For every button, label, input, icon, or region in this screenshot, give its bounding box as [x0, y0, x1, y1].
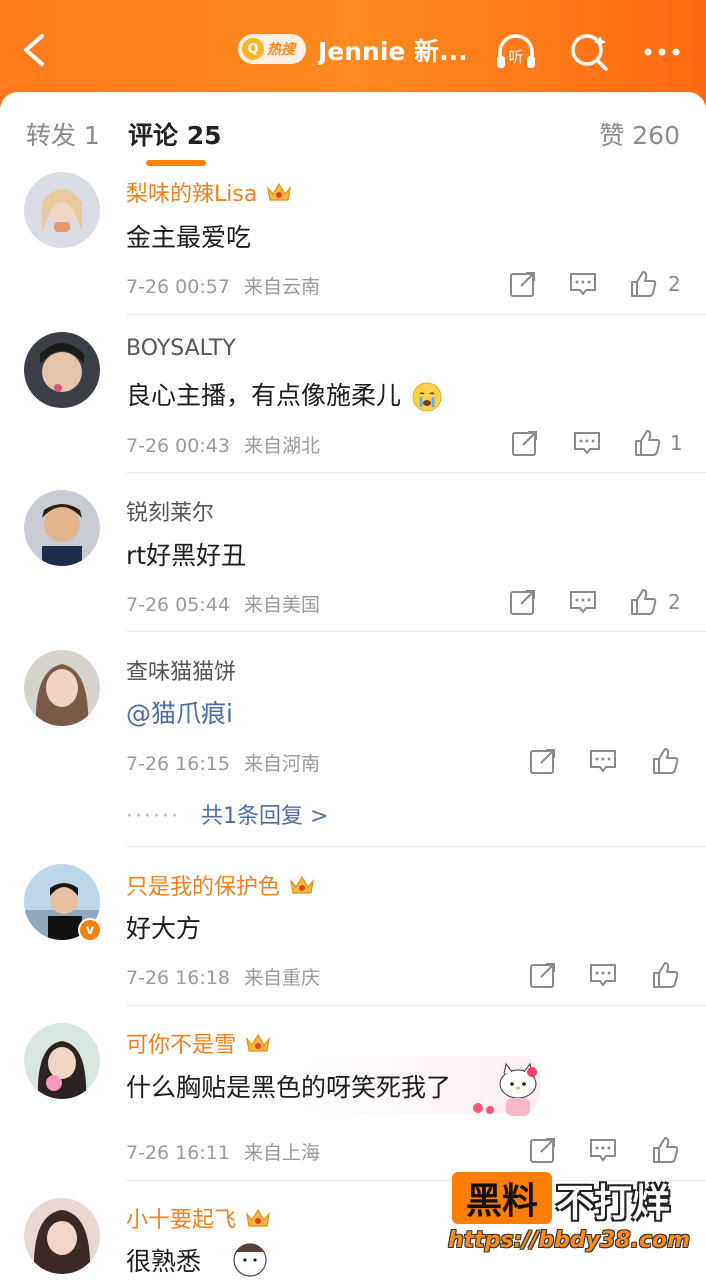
like-count: 2: [668, 272, 681, 296]
comment-time: 7-26 16:15: [126, 753, 230, 775]
comment-meta: 7-26 16:11 来自上海: [126, 1138, 320, 1165]
comment-time: 7-26 16:18: [126, 967, 230, 989]
share-icon[interactable]: [528, 1135, 558, 1165]
listen-icon[interactable]: 听: [492, 28, 540, 76]
share-icon[interactable]: [508, 587, 538, 617]
comment-meta: 7-26 00:43 来自湖北: [126, 431, 320, 458]
avatar[interactable]: [24, 1023, 100, 1099]
like-count: 2: [668, 590, 681, 614]
avatar[interactable]: [24, 172, 100, 248]
mention-link[interactable]: @猫爪痕i: [126, 694, 233, 730]
share-icon[interactable]: [528, 746, 558, 776]
comment-time: 7-26 05:44: [126, 594, 230, 616]
like-icon[interactable]: [650, 746, 680, 776]
comment-meta: 7-26 05:44 来自美国: [126, 590, 320, 617]
more-icon[interactable]: [638, 28, 686, 76]
comment-location: 来自湖北: [243, 435, 320, 457]
like-icon[interactable]: [650, 1135, 680, 1165]
comment-text: 金主最爱吃: [126, 223, 252, 252]
listen-label: 听: [508, 48, 523, 66]
comment-time: 7-26 00:43: [126, 435, 230, 457]
divider: [126, 472, 706, 473]
search-icon[interactable]: [566, 28, 614, 76]
comment-location: 来自上海: [243, 1142, 320, 1164]
watermark-url: https://bbdy38.com: [448, 1228, 691, 1253]
comment-meta: 7-26 00:57 来自云南: [126, 272, 320, 299]
reply-dots: ······: [126, 804, 180, 829]
avatar[interactable]: [24, 1198, 100, 1274]
like-icon[interactable]: [628, 587, 658, 617]
comment-meta: 7-26 16:18 来自重庆: [126, 963, 320, 990]
avatar[interactable]: [24, 332, 100, 408]
comment-username[interactable]: 可你不是雪: [126, 1027, 272, 1059]
vip-crown-icon: [246, 1033, 270, 1052]
hot-search-label: 热搜: [267, 42, 295, 58]
comment-icon[interactable]: [588, 746, 618, 776]
vip-crown-icon: [246, 1208, 270, 1227]
comment-username[interactable]: 梨味的辣Lisa: [126, 176, 293, 208]
like-count: 1: [670, 431, 683, 455]
comment-icon[interactable]: [568, 587, 598, 617]
cartoon-sticker-icon: [233, 1243, 267, 1277]
comment-text-body: 良心主播，有点像施柔儿: [126, 381, 402, 410]
like-icon[interactable]: [628, 269, 658, 299]
comment-location: 来自重庆: [243, 967, 320, 989]
comment-time: 7-26 16:11: [126, 1142, 230, 1164]
comment-location: 来自河南: [243, 753, 320, 775]
comment-icon[interactable]: [572, 428, 602, 458]
username-text: 可你不是雪: [126, 1033, 237, 1058]
comment-text: 很熟悉: [126, 1247, 202, 1276]
share-icon[interactable]: [528, 960, 558, 990]
comment-username[interactable]: 查味猫猫饼: [126, 654, 236, 686]
reply-count-label: 共1条回复 >: [200, 804, 329, 829]
username-text: 梨味的辣Lisa: [126, 182, 258, 207]
tab-like[interactable]: 赞 260: [599, 116, 680, 152]
hot-search-badge[interactable]: Q 热搜: [238, 34, 306, 64]
comment-text: 什么胸贴是黑色的呀笑死我了: [126, 1073, 452, 1102]
username-text: 查味猫猫饼: [126, 660, 237, 685]
hot-search-icon: Q: [242, 38, 264, 60]
verified-badge-icon: v: [78, 918, 102, 942]
like-icon[interactable]: [632, 428, 662, 458]
active-tab-indicator: [146, 160, 206, 166]
divider: [126, 314, 706, 315]
comment-username[interactable]: 锐刻莱尔: [126, 495, 214, 527]
watermark-box: 黑料: [452, 1172, 552, 1224]
divider: [126, 1005, 706, 1006]
comment-username[interactable]: BOYSALTY: [126, 336, 236, 361]
username-text: 锐刻莱尔: [126, 501, 215, 526]
comment-icon[interactable]: [588, 1135, 618, 1165]
comment-icon[interactable]: [588, 960, 618, 990]
divider: [126, 631, 706, 632]
share-icon[interactable]: [510, 428, 540, 458]
view-replies-link[interactable]: ······ 共1条回复 >: [126, 798, 328, 830]
tab-repost[interactable]: 转发 1: [26, 116, 100, 152]
like-icon[interactable]: [650, 960, 680, 990]
tab-comment[interactable]: 评论 25: [128, 116, 222, 152]
crying-face-emoji-icon: [412, 382, 442, 412]
comment-username[interactable]: 只是我的保护色: [126, 869, 316, 901]
watermark-text: 不打烊: [556, 1181, 671, 1225]
share-icon[interactable]: [508, 269, 538, 299]
avatar[interactable]: [24, 650, 100, 726]
avatar[interactable]: [24, 490, 100, 566]
page-title[interactable]: Jennie 新...: [318, 32, 478, 68]
username-text: BOYSALTY: [126, 336, 236, 361]
comment-meta: 7-26 16:15 来自河南: [126, 749, 320, 776]
hello-kitty-sticker-icon: [473, 1062, 537, 1116]
back-arrow-icon[interactable]: [14, 28, 54, 72]
comment-icon[interactable]: [568, 269, 598, 299]
username-text: 只是我的保护色: [126, 875, 281, 900]
comment-text: rt好黑好丑: [126, 541, 247, 570]
comment-text: 良心主播，有点像施柔儿: [126, 376, 443, 413]
comment-time: 7-26 00:57: [126, 276, 230, 298]
comment-text: 好大方: [126, 914, 202, 943]
comment-username[interactable]: 小十要起飞: [126, 1202, 272, 1234]
username-text: 小十要起飞: [126, 1208, 237, 1233]
comment-location: 来自云南: [243, 276, 320, 298]
vip-crown-icon: [290, 875, 314, 894]
comment-location: 来自美国: [243, 594, 320, 616]
divider: [126, 846, 706, 847]
vip-crown-icon: [267, 182, 292, 201]
